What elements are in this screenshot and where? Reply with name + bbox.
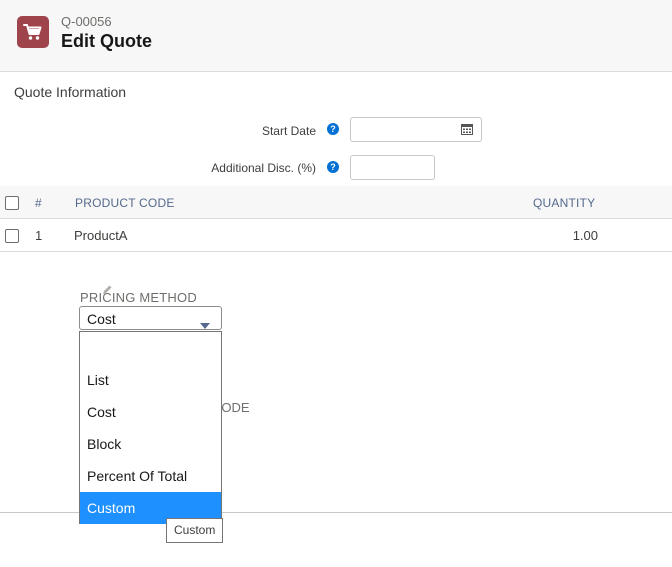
calendar-icon[interactable] [461,123,473,138]
start-date-label: Start Date [261,124,316,138]
product-code-cell[interactable]: ProductA [74,228,127,243]
pricing-method-selected-value: Cost [87,311,116,327]
shopping-cart-icon [17,16,49,48]
pricing-method-dropdown[interactable]: List Cost Block Percent Of Total Custom [79,331,222,524]
column-header-quantity[interactable]: QUANTITY [533,196,595,210]
additional-discount-input[interactable] [350,155,435,180]
help-icon[interactable]: ? [327,123,339,135]
column-header-product-code[interactable]: PRODUCT CODE [75,196,175,210]
row-checkbox[interactable] [5,229,19,243]
pricing-method-label: PRICING METHOD [80,290,197,305]
select-all-checkbox[interactable] [5,196,19,210]
table-header: # PRODUCT CODE QUANTITY [0,186,672,219]
pricing-method-select[interactable]: Cost [79,306,222,330]
dropdown-option-cost[interactable]: Cost [80,396,221,428]
page-title: Edit Quote [61,31,152,51]
page-header: Q-00056 Edit Quote [0,0,672,72]
start-date-input[interactable] [350,117,482,142]
row-number: 1 [35,228,43,243]
help-icon[interactable]: ? [327,161,339,173]
additional-discount-label: Additional Disc. (%) [211,161,316,175]
column-header-number: # [35,196,42,210]
table-row[interactable]: 1 ProductA 1.00 [0,219,672,252]
section-title-quote-information: Quote Information [14,84,127,100]
dropdown-option-block[interactable]: Block [80,428,221,460]
dropdown-option-percent-of-total[interactable]: Percent Of Total [80,460,221,492]
option-tooltip: Custom [166,518,224,543]
quantity-cell[interactable]: 1.00 [573,228,598,243]
dropdown-option-blank[interactable] [80,332,221,364]
dropdown-option-list[interactable]: List [80,364,221,396]
quote-number: Q-00056 [61,14,112,29]
